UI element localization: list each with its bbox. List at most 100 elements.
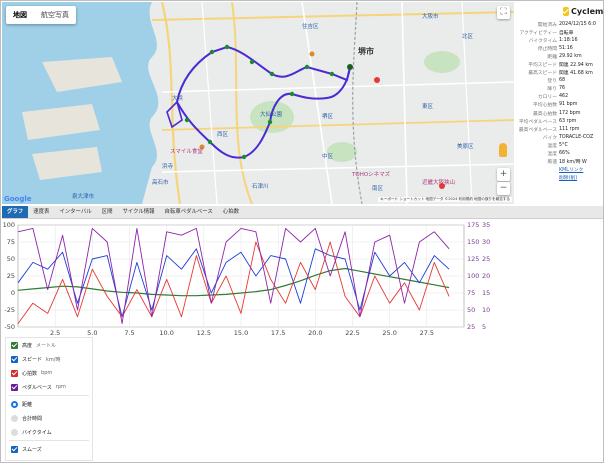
tab-cadence[interactable]: 自転車ペダルベース <box>160 206 218 218</box>
tab-cycle-info[interactable]: サイクル情報 <box>117 206 159 218</box>
map-type-map-button[interactable]: 地図 <box>6 6 34 24</box>
radio-icon[interactable] <box>11 414 18 422</box>
map-label: 東区 <box>422 104 434 110</box>
stat-link[interactable]: 削除(削) <box>559 174 577 181</box>
stat-value: 111 rpm <box>559 126 580 132</box>
stat-value: 29.92 km <box>559 53 582 59</box>
x-axis-bike-time-option[interactable]: バイクタイム <box>6 425 92 439</box>
stat-key: 平均スピード <box>528 63 557 69</box>
y-tick-label-right: 100 <box>467 272 479 280</box>
map-label: 西区 <box>217 132 229 138</box>
y-tick-label-left: 0 <box>11 289 15 297</box>
route-marker <box>267 119 273 125</box>
app-header: Cyclemo <box>563 4 604 18</box>
stat-value: 172 bpm <box>559 110 581 116</box>
series-toggle-cadence[interactable]: ペダルベース rpm <box>6 380 92 394</box>
map-label: 泉大津市 <box>72 194 95 200</box>
activity-chart[interactable]: -50 -25 0 25 50 75 100 25 50 75 100 125 150 175 5 10 15 2… <box>1 219 604 341</box>
google-logo: Google <box>4 195 32 203</box>
map-label: 北区 <box>462 34 474 40</box>
smooth-toggle[interactable]: スムーズ <box>6 442 92 456</box>
checkbox-icon[interactable] <box>11 355 18 363</box>
radio-icon[interactable] <box>11 428 18 436</box>
map-attribution[interactable]: キーボード ショートカット 地図データ ©2024 利用規約 地図の誤りを報告す… <box>378 197 512 202</box>
zoom-out-button[interactable]: − <box>497 182 510 195</box>
stat-row[interactable]: 削除(削) <box>514 174 603 182</box>
poi-marker <box>309 51 315 57</box>
divider <box>9 395 89 396</box>
stat-row: 湿度 66% <box>514 150 603 158</box>
route-map[interactable]: 地図 航空写真 堺市 大阪市 泉大津市 高石市 石津川 大仙公園 住吉区 東区 … <box>2 2 514 204</box>
stat-value: 63 rpm <box>559 118 577 124</box>
stat-row[interactable]: KMLリンク <box>514 166 603 174</box>
x-axis-total-time-option[interactable]: 合計時間 <box>6 411 92 425</box>
series-unit: bpm <box>41 370 53 376</box>
map-type-satellite-button[interactable]: 航空写真 <box>34 6 76 24</box>
radio-icon[interactable] <box>11 400 18 408</box>
map-label: 美原区 <box>457 144 474 150</box>
stat-value: 462 <box>559 94 569 100</box>
y-tick-label-right: 15 <box>482 289 490 297</box>
fullscreen-icon[interactable]: ⛶ <box>497 6 510 19</box>
zoom-in-button[interactable]: + <box>497 168 510 181</box>
map-label-poi: 近畿大阪狭山 <box>422 180 456 186</box>
stat-value: 66% <box>559 151 570 157</box>
stat-key: 湿度 <box>547 152 557 158</box>
y-tick-label-right: 5 <box>482 323 486 331</box>
stat-key: 開始済み <box>537 22 557 28</box>
x-tick-label: 10.0 <box>159 329 173 337</box>
route-marker <box>249 59 255 65</box>
map-label-poi: スマイル食堂 <box>170 149 203 155</box>
stat-value: 1:18:16 <box>559 37 578 43</box>
x-tick-label: 22.5 <box>345 329 359 337</box>
radio-label: 距離 <box>22 401 33 408</box>
checkbox-icon[interactable] <box>11 369 18 377</box>
checkbox-icon[interactable] <box>11 341 18 349</box>
stat-row: 登り 68 <box>514 77 603 85</box>
x-axis-distance-option[interactable]: 距離 <box>6 397 92 411</box>
series-toggle-speed[interactable]: スピード km/時 <box>6 352 92 366</box>
y-tick-label-left: 25 <box>7 272 15 280</box>
y-tick-label-left: 50 <box>7 255 15 263</box>
stat-row: 降り 76 <box>514 85 603 93</box>
map-canvas[interactable] <box>2 2 514 204</box>
checkbox-icon[interactable] <box>11 445 18 453</box>
map-label: 大阪市 <box>422 14 439 20</box>
route-marker <box>289 91 295 97</box>
stat-value: 51:16 <box>559 45 573 51</box>
stat-key: 最高心拍数 <box>533 111 557 117</box>
route-marker <box>304 64 310 70</box>
stat-link[interactable]: KMLリンク <box>559 166 583 173</box>
stat-key: 最高ペダルベース <box>518 127 557 133</box>
stat-value: 18 km/時 W <box>559 160 587 166</box>
app-name: Cyclemo <box>571 6 604 16</box>
map-label: 堺区 <box>322 114 334 120</box>
route-marker <box>269 71 275 77</box>
app-logo-icon <box>563 6 569 16</box>
map-label: 石津川 <box>252 184 269 190</box>
stat-key: 風速 <box>547 160 557 166</box>
stat-key: 最高スピード <box>528 71 557 77</box>
divider <box>9 440 89 441</box>
tab-speed-table[interactable]: 速度表 <box>28 206 54 218</box>
y-tick-label-left: -25 <box>4 306 15 314</box>
series-unit: km/時 <box>46 356 61 363</box>
tab-heart-rate[interactable]: 心拍数 <box>218 206 244 218</box>
pegman-icon[interactable] <box>499 143 507 157</box>
map-label: 大仙公園 <box>260 112 283 118</box>
smooth-label: スムーズ <box>22 446 42 453</box>
y-tick-label-right: 20 <box>482 272 490 280</box>
tab-interval[interactable]: インターバル <box>54 206 96 218</box>
series-toggle-heart-rate[interactable]: 心拍数 bpm <box>6 366 92 380</box>
y-tick-label-right: 150 <box>467 238 479 246</box>
checkbox-icon[interactable] <box>11 383 18 391</box>
y-tick-label-right: 35 <box>482 221 490 229</box>
tab-section[interactable]: 区間 <box>97 206 118 218</box>
x-tick-label: 7.5 <box>124 329 134 337</box>
y-tick-label-left: 100 <box>3 221 15 229</box>
series-toggle-altitude[interactable]: 高度 メートル <box>6 338 92 352</box>
series-unit: rpm <box>55 384 66 390</box>
start-marker <box>347 64 353 70</box>
tab-graph[interactable]: グラフ <box>2 206 29 218</box>
stat-row: バイク TORACLE-COZ <box>514 133 603 141</box>
